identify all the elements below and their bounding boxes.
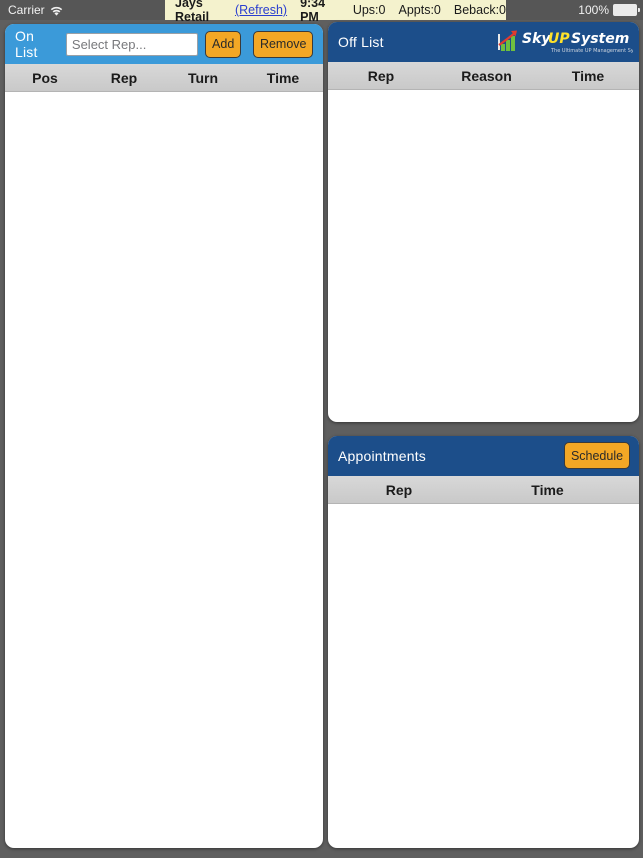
on-list-header: On List Add Remove xyxy=(5,24,323,64)
status-bar-right: 100% xyxy=(578,3,640,17)
appointments-column-header: Rep Time xyxy=(328,476,639,504)
ups-counter: Ups:0 xyxy=(352,3,386,17)
battery-full-icon xyxy=(613,4,640,16)
appointments-title: Appointments xyxy=(338,448,427,464)
appointments-header: Appointments Schedule xyxy=(328,436,639,476)
column-header-rep: Rep xyxy=(385,481,413,498)
appointments-panel: Appointments Schedule Rep Time xyxy=(328,436,639,848)
app-title: Jays Retail xyxy=(175,0,210,24)
skyupsystem-logo: Sky UP System The Ultimate UP Management… xyxy=(495,28,639,58)
battery-percent-label: 100% xyxy=(578,3,609,17)
column-header-turn: Turn xyxy=(187,69,219,86)
column-header-time: Time xyxy=(571,67,605,84)
clock-time: 9:34 PM xyxy=(300,0,326,24)
svg-text:System: System xyxy=(571,31,629,47)
appts-counter: Appts:0 xyxy=(398,3,441,17)
off-list-header: Off List Sky UP System The Ultimate UP M… xyxy=(328,22,639,62)
column-header-time: Time xyxy=(531,481,564,498)
remove-button[interactable]: Remove xyxy=(253,30,313,58)
off-list-title: Off List xyxy=(338,34,384,50)
off-list-panel: Off List Sky UP System The Ultimate UP M… xyxy=(328,22,639,422)
column-header-time: Time xyxy=(266,69,300,86)
column-header-reason: Reason xyxy=(461,67,512,84)
on-list-column-header: Pos Rep Turn Time xyxy=(5,64,323,92)
beback-counter: Beback:0 xyxy=(453,3,506,17)
column-header-rep: Rep xyxy=(367,67,395,84)
status-bar-app-info: Jays Retail (Refresh) 9:34 PM Ups:0 Appt… xyxy=(165,0,506,24)
status-bar-left: Carrier xyxy=(8,3,63,17)
column-header-pos: Pos xyxy=(32,69,58,86)
logo-tagline: The Ultimate UP Management System xyxy=(550,48,633,54)
wifi-icon xyxy=(50,6,63,17)
chart-arrow-icon xyxy=(498,30,517,51)
add-button[interactable]: Add xyxy=(204,30,242,58)
refresh-link[interactable]: (Refresh) xyxy=(235,3,287,17)
status-bar: Carrier Jays Retail (Refresh) 9:34 PM Up… xyxy=(0,0,643,24)
on-list-title: On List xyxy=(15,28,38,60)
column-header-rep: Rep xyxy=(110,69,138,86)
off-list-column-header: Rep Reason Time xyxy=(328,62,639,90)
on-list-panel: On List Add Remove Pos Rep Turn Time xyxy=(5,24,323,848)
svg-text:Sky: Sky xyxy=(522,31,551,47)
rep-select-input[interactable] xyxy=(65,32,198,56)
schedule-button[interactable]: Schedule xyxy=(564,442,630,469)
svg-text:UP: UP xyxy=(548,31,570,47)
carrier-label: Carrier xyxy=(8,3,45,17)
